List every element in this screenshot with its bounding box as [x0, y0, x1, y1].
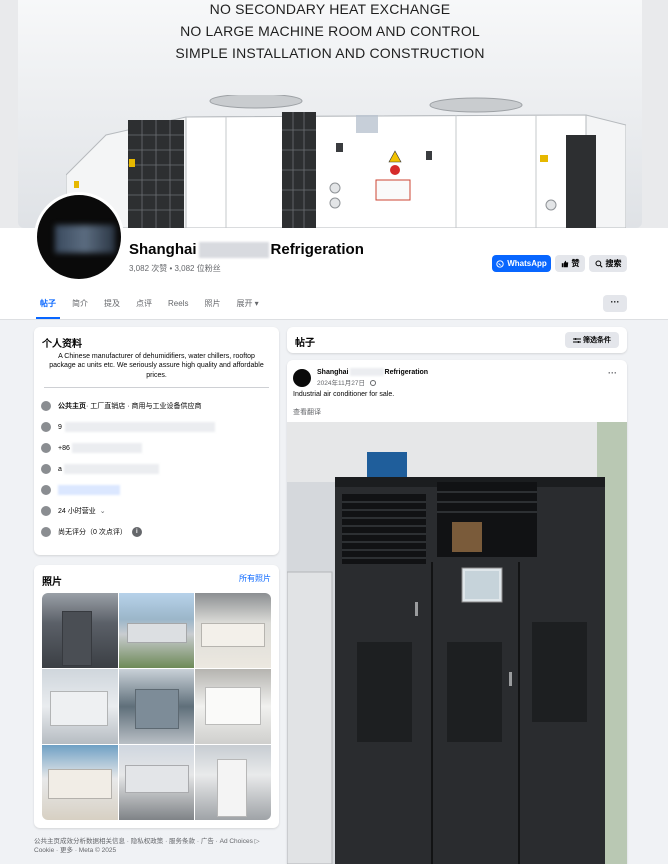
intro-card: 个人资料 A Chinese manufacturer of dehumidif… — [34, 327, 279, 555]
page-title[interactable]: Shanghai Refrigeration — [129, 241, 364, 259]
info-icon — [41, 401, 51, 411]
follower-stats[interactable]: 3,082 次赞 • 3,082 位粉丝 — [129, 263, 221, 274]
avatar-blur — [55, 225, 115, 253]
photo-thumbnail[interactable] — [42, 593, 118, 668]
whatsapp-button[interactable]: WhatsApp — [492, 255, 551, 272]
photo-grid — [42, 593, 271, 820]
cover-text-1: NO SECONDARY HEAT EXCHANGE — [209, 1, 451, 17]
footer-line-1[interactable]: 公共主页成效分析数据相关信息 · 隐私权政策 · 服务条款 · 广告 · Ad … — [34, 837, 274, 846]
photo-thumbnail[interactable] — [118, 593, 195, 668]
clock-icon — [41, 506, 51, 516]
divider — [44, 387, 269, 388]
whatsapp-icon — [496, 259, 504, 268]
hours-row[interactable]: 24 小时营业 ⌄ — [41, 505, 106, 517]
redacted-name — [198, 242, 269, 259]
rating-text: 尚无评分（0 次点评） — [58, 529, 127, 536]
cover-text-2: NO LARGE MACHINE ROOM AND CONTROL — [180, 23, 480, 39]
profile-header: Shanghai Refrigeration 3,082 次赞 • 3,082 位… — [0, 192, 668, 320]
filter-label: 筛选条件 — [583, 337, 611, 344]
redacted-email — [63, 464, 159, 474]
globe-icon — [41, 485, 51, 495]
location-pin-icon — [41, 422, 51, 432]
whatsapp-label: WhatsApp — [507, 259, 547, 268]
post-avatar[interactable] — [293, 369, 311, 387]
email-row[interactable]: a — [41, 463, 159, 475]
post-image[interactable] — [287, 422, 627, 864]
like-label: 赞 — [571, 259, 580, 268]
tab-about[interactable]: 简介 — [64, 292, 96, 319]
post-text: Industrial air conditioner for sale. — [293, 391, 395, 398]
post-options-button[interactable]: ··· — [608, 368, 617, 378]
profile-avatar[interactable] — [34, 192, 124, 282]
page-bio: A Chinese manufacturer of dehumidifiers,… — [49, 353, 264, 379]
post-date-text: 2024年11月27日 — [317, 380, 365, 387]
cover-photo[interactable]: NO SECONDARY HEAT EXCHANGE NO LARGE MACH… — [18, 0, 642, 228]
email-prefix: a — [58, 465, 62, 473]
thumbs-up-icon — [561, 260, 568, 267]
filter-button[interactable]: 筛选条件 — [565, 332, 619, 348]
website-row[interactable] — [41, 484, 120, 496]
address-prefix: 9 — [58, 423, 62, 431]
tab-photos[interactable]: 照片 — [196, 292, 228, 319]
star-icon — [41, 527, 51, 537]
post-author-prefix: Shanghai — [317, 368, 349, 376]
see-all-photos-link[interactable]: 所有照片 — [239, 573, 271, 584]
photo-thumbnail[interactable] — [118, 669, 195, 744]
category-label: 公共主页 — [58, 403, 86, 410]
globe-icon — [369, 380, 376, 387]
redacted-website — [58, 485, 120, 495]
rating-info-icon[interactable]: i — [131, 527, 142, 537]
page-title-prefix: Shanghai — [129, 241, 197, 258]
cover-area: NO SECONDARY HEAT EXCHANGE NO LARGE MACH… — [0, 0, 668, 228]
page-title-suffix: Refrigeration — [270, 241, 364, 258]
phone-icon — [41, 443, 51, 453]
cover-text-3: SIMPLE INSTALLATION AND CONSTRUCTION — [175, 45, 485, 61]
post-date[interactable]: 2024年11月27日 — [317, 377, 376, 387]
redacted-address — [64, 422, 215, 432]
photo-thumbnail[interactable] — [195, 669, 271, 744]
footer-line-2[interactable]: Cookie · 更多 · Meta © 2025 — [34, 846, 274, 855]
post-card: Shanghai Refrigeration 2024年11月27日 ··· In… — [287, 360, 627, 864]
tab-mentions[interactable]: 提及 — [96, 292, 128, 319]
post-author[interactable]: Shanghai Refrigeration — [317, 368, 428, 376]
photo-thumbnail[interactable] — [118, 745, 195, 820]
redacted-phone — [71, 443, 142, 453]
photo-thumbnail[interactable] — [195, 745, 271, 820]
tab-reviews[interactable]: 点评 — [128, 292, 160, 319]
photos-title: 照片 — [42, 577, 62, 588]
hours-text: 24 小时营业 — [58, 508, 96, 515]
address-row[interactable]: 9 — [41, 421, 215, 433]
precision-ac-unit-illustration — [287, 422, 627, 864]
search-button[interactable]: 搜索 — [589, 255, 627, 272]
search-icon — [594, 259, 603, 268]
rating-row: 尚无评分（0 次点评） i — [41, 526, 142, 538]
posts-title: 帖子 — [295, 338, 315, 349]
photos-card: 照片 所有照片 — [34, 565, 279, 828]
redacted-author — [349, 368, 384, 376]
tab-more-dropdown[interactable]: 展开 ▾ — [228, 292, 266, 319]
photo-thumbnail[interactable] — [42, 669, 118, 744]
category-row: 公共主页 · 工厂直销店 · 商用与工业设备供应商 — [41, 400, 202, 412]
posts-header-card: 帖子 筛选条件 — [287, 327, 627, 353]
category-value: · 工厂直销店 · 商用与工业设备供应商 — [86, 403, 202, 410]
page-tabs: 帖子 简介 提及 点评 Reels 照片 展开 ▾ — [32, 292, 267, 319]
intro-title: 个人资料 — [42, 339, 82, 350]
chevron-down-icon: ⌄ — [99, 508, 106, 515]
email-icon — [41, 464, 51, 474]
search-label: 搜索 — [605, 259, 622, 268]
tab-reels[interactable]: Reels — [160, 292, 196, 319]
sliders-icon — [573, 337, 581, 343]
phone-prefix: +86 — [58, 444, 70, 452]
see-translation-link[interactable]: 查看翻译 — [293, 407, 321, 417]
phone-row[interactable]: +86 — [41, 442, 142, 454]
like-button[interactable]: 赞 — [555, 255, 585, 272]
photo-thumbnail[interactable] — [195, 593, 271, 668]
rooftop-unit-illustration — [66, 95, 626, 228]
tab-posts[interactable]: 帖子 — [32, 292, 64, 319]
facebook-page: NO SECONDARY HEAT EXCHANGE NO LARGE MACH… — [0, 0, 668, 864]
footer-links: 公共主页成效分析数据相关信息 · 隐私权政策 · 服务条款 · 广告 · Ad … — [34, 837, 274, 856]
more-options-button[interactable]: ··· — [603, 295, 627, 312]
post-author-suffix: Refrigeration — [384, 368, 429, 376]
photo-thumbnail[interactable] — [42, 745, 118, 820]
